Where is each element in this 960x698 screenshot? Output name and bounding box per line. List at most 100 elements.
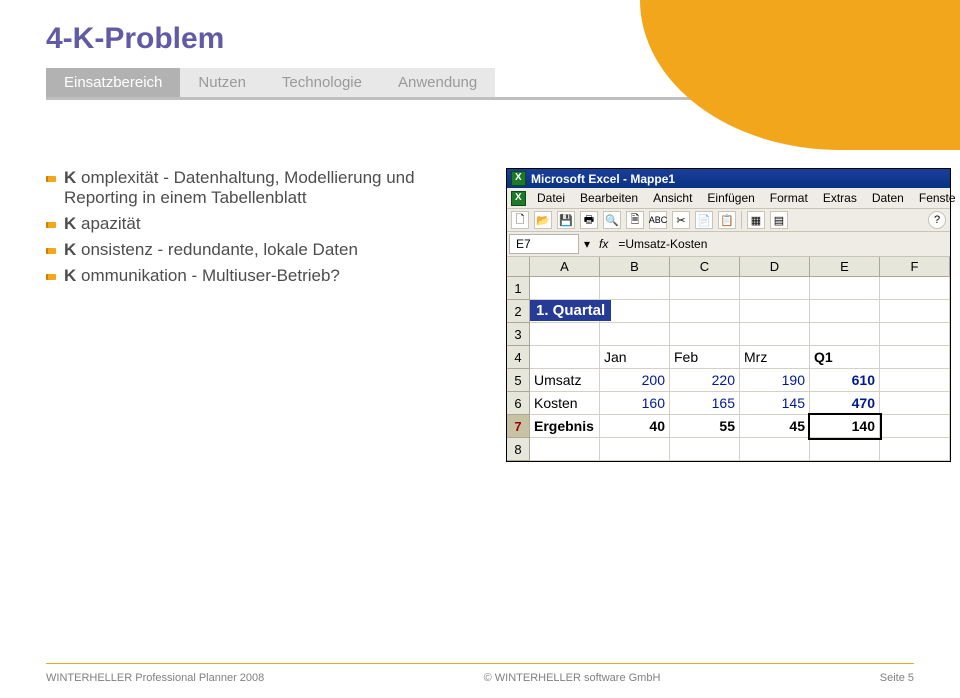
bullet-item: K ommunikation - Multiuser-Betrieb?: [46, 266, 466, 286]
row-header[interactable]: 2: [507, 300, 530, 323]
bullet-k: K: [64, 214, 76, 233]
bullet-icon: [46, 222, 56, 228]
col-header[interactable]: B: [600, 257, 670, 276]
cell[interactable]: [880, 415, 950, 437]
menu-fenster[interactable]: Fenste: [913, 188, 960, 208]
formula-input[interactable]: =Umsatz-Kosten: [614, 235, 711, 253]
col-header[interactable]: F: [880, 257, 950, 276]
bullet-k: K: [64, 266, 76, 285]
misc-icon[interactable]: ▤: [770, 211, 788, 229]
cell[interactable]: [880, 369, 950, 391]
cell[interactable]: Q1: [810, 346, 880, 368]
menu-bearbeiten[interactable]: Bearbeiten: [574, 188, 644, 208]
search-icon[interactable]: 🔍: [603, 211, 621, 229]
menu-einfuegen[interactable]: Einfügen: [701, 188, 760, 208]
quarter-title: 1. Quartal: [530, 300, 611, 321]
cell[interactable]: 160: [600, 392, 670, 414]
cell[interactable]: [880, 346, 950, 368]
menu-format[interactable]: Format: [764, 188, 814, 208]
col-header[interactable]: C: [670, 257, 740, 276]
cell[interactable]: Feb: [670, 346, 740, 368]
tab-anwendung[interactable]: Anwendung: [380, 68, 495, 97]
cell[interactable]: [880, 392, 950, 414]
cell[interactable]: 190: [740, 369, 810, 391]
cell[interactable]: 220: [670, 369, 740, 391]
excel-menubar: Datei Bearbeiten Ansicht Einfügen Format…: [507, 188, 950, 209]
cell[interactable]: 165: [670, 392, 740, 414]
preview-icon[interactable]: 🗎: [626, 211, 644, 229]
bullet-text: apazität: [76, 214, 140, 233]
menu-extras[interactable]: Extras: [817, 188, 863, 208]
footer-center: © WINTERHELLER software GmbH: [484, 672, 661, 684]
bullet-item: K onsistenz - redundante, lokale Daten: [46, 240, 466, 260]
misc-icon[interactable]: ▦: [747, 211, 765, 229]
print-icon[interactable]: 🖶: [580, 211, 598, 229]
cell[interactable]: 145: [740, 392, 810, 414]
cell[interactable]: 40: [600, 415, 670, 437]
bullet-k: K: [64, 240, 76, 259]
bullet-text: omplexität - Datenhaltung, Modellierung …: [64, 168, 415, 207]
namebox[interactable]: E7: [509, 234, 579, 254]
open-icon[interactable]: 📂: [534, 211, 552, 229]
cut-icon[interactable]: ✂: [672, 211, 690, 229]
bullet-icon: [46, 176, 56, 182]
cell[interactable]: Mrz: [740, 346, 810, 368]
row-header[interactable]: 8: [507, 438, 530, 461]
copy-icon[interactable]: 📄: [695, 211, 713, 229]
save-icon[interactable]: 💾: [557, 211, 575, 229]
bullet-item: K omplexität - Datenhaltung, Modellierun…: [46, 168, 466, 208]
cell[interactable]: [530, 346, 600, 368]
cell[interactable]: 470: [810, 392, 880, 414]
decorative-corner: [640, 0, 960, 150]
cell[interactable]: 55: [670, 415, 740, 437]
tab-technologie[interactable]: Technologie: [264, 68, 380, 97]
tab-nutzen[interactable]: Nutzen: [180, 68, 264, 97]
row-header[interactable]: 7: [507, 415, 530, 438]
cell[interactable]: 140: [810, 415, 880, 437]
bullet-item: K apazität: [46, 214, 466, 234]
footer-left: WINTERHELLER Professional Planner 2008: [46, 672, 264, 684]
spreadsheet-grid: 1 2 3 4 5 6 7 8 1. Quartal Jan Fe: [507, 277, 950, 461]
bullet-text: onsistenz - redundante, lokale Daten: [76, 240, 358, 259]
col-header[interactable]: A: [530, 257, 600, 276]
cell[interactable]: Kosten: [530, 392, 600, 414]
slide-footer: WINTERHELLER Professional Planner 2008 ©…: [0, 672, 960, 684]
row-header[interactable]: 6: [507, 392, 530, 415]
cell[interactable]: 45: [740, 415, 810, 437]
column-headers: A B C D E F: [507, 257, 950, 277]
bullet-k: K: [64, 168, 76, 187]
excel-app-icon: [511, 171, 526, 186]
bullet-text: ommunikation - Multiuser-Betrieb?: [76, 266, 340, 285]
excel-window: Microsoft Excel - Mappe1 Datei Bearbeite…: [506, 168, 951, 462]
bullet-icon: [46, 248, 56, 254]
footer-right: Seite 5: [880, 672, 914, 684]
menu-datei[interactable]: Datei: [531, 188, 571, 208]
cell[interactable]: Umsatz: [530, 369, 600, 391]
row-header[interactable]: 5: [507, 369, 530, 392]
tab-einsatzbereich[interactable]: Einsatzbereich: [46, 68, 180, 97]
spellcheck-icon[interactable]: ABC: [649, 211, 667, 229]
bullet-icon: [46, 274, 56, 280]
bullet-list: K omplexität - Datenhaltung, Modellierun…: [46, 168, 466, 292]
excel-toolbar: 🗋 📂 💾 🖶 🔍 🗎 ABC ✂ 📄 📋 ▦ ▤ ?: [507, 209, 950, 232]
paste-icon[interactable]: 📋: [718, 211, 736, 229]
footer-divider: [46, 663, 914, 664]
formula-bar: E7 ▾ fx =Umsatz-Kosten: [507, 232, 950, 257]
col-header[interactable]: E: [810, 257, 880, 276]
menu-daten[interactable]: Daten: [866, 188, 910, 208]
cell[interactable]: 610: [810, 369, 880, 391]
new-icon[interactable]: 🗋: [511, 211, 529, 229]
cell[interactable]: 200: [600, 369, 670, 391]
help-icon[interactable]: ?: [928, 211, 946, 229]
col-header[interactable]: D: [740, 257, 810, 276]
row-header[interactable]: 3: [507, 323, 530, 346]
fx-label: fx: [593, 235, 614, 253]
excel-title-text: Microsoft Excel - Mappe1: [531, 172, 675, 186]
row-header[interactable]: 4: [507, 346, 530, 369]
menu-ansicht[interactable]: Ansicht: [647, 188, 698, 208]
cell[interactable]: Ergebnis: [530, 415, 600, 437]
cell[interactable]: Jan: [600, 346, 670, 368]
excel-titlebar: Microsoft Excel - Mappe1: [507, 169, 950, 188]
row-header[interactable]: 1: [507, 277, 530, 300]
excel-doc-icon: [511, 191, 526, 206]
